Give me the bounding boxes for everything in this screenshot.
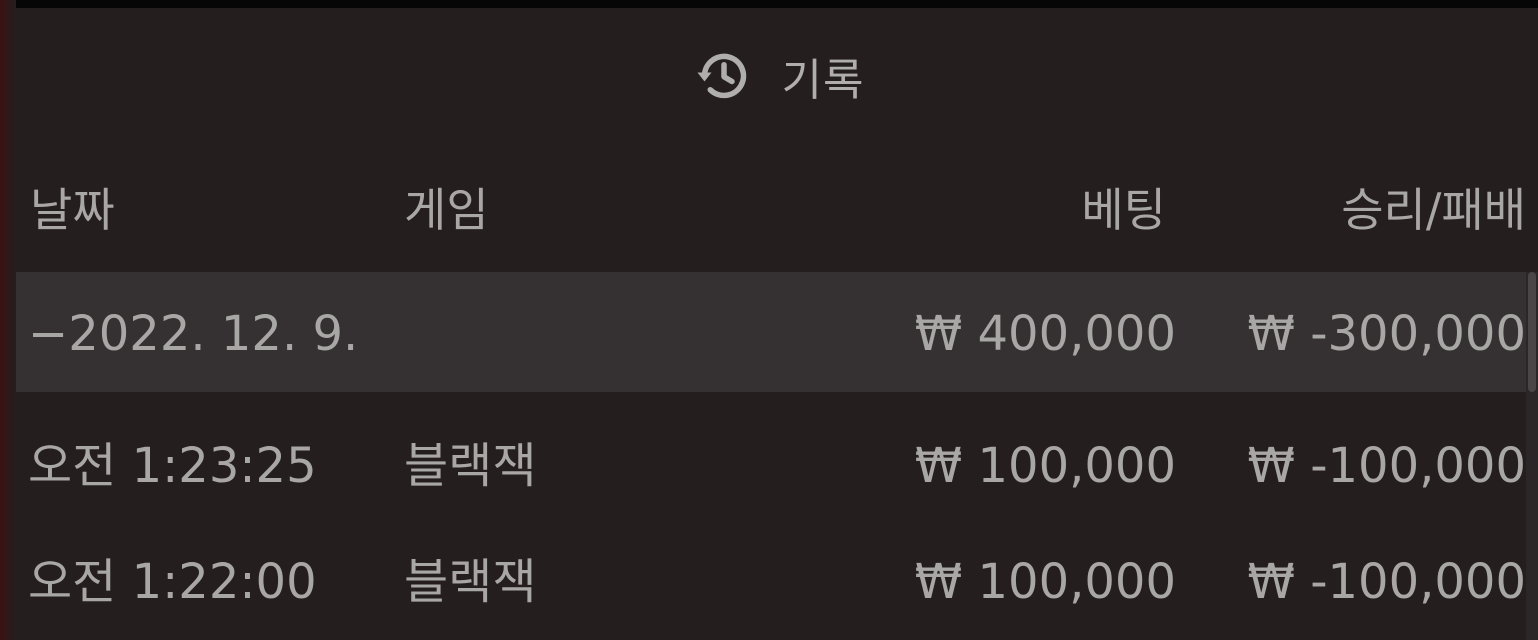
table-row[interactable]: 오전 1:22:00 블랙잭 ₩ 100,000 ₩ -100,000 (16, 522, 1526, 637)
history-icon (694, 46, 754, 106)
history-panel: 기록 날짜 게임 베팅 승리/패배 −2022. 12. 9. ₩ 400,00… (0, 0, 1538, 640)
row-game: 블랙잭 (404, 554, 537, 610)
row-bet: ₩ 100,000 (914, 438, 1176, 494)
group-win-loss-total: ₩ -300,000 (1247, 306, 1526, 362)
group-bet-total: ₩ 400,000 (914, 306, 1176, 362)
row-win-loss: ₩ -100,000 (1247, 554, 1526, 610)
table-header: 날짜 게임 베팅 승리/패배 (16, 165, 1526, 260)
scrollbar[interactable] (1526, 272, 1538, 640)
history-header: 기록 (0, 8, 1538, 143)
column-header-game[interactable]: 게임 (404, 187, 489, 233)
top-edge (0, 0, 1538, 8)
row-win-loss: ₩ -100,000 (1247, 438, 1526, 494)
table-row[interactable]: 오전 1:23:25 블랙잭 ₩ 100,000 ₩ -100,000 (16, 406, 1526, 521)
column-header-date[interactable]: 날짜 (30, 187, 115, 233)
row-game: 블랙잭 (404, 438, 537, 494)
row-time: 오전 1:22:00 (28, 554, 317, 610)
date-group-row[interactable]: −2022. 12. 9. ₩ 400,000 ₩ -300,000 (16, 272, 1526, 392)
scrollbar-thumb[interactable] (1528, 272, 1536, 392)
group-date-toggle[interactable]: −2022. 12. 9. (28, 310, 358, 358)
column-header-win-loss[interactable]: 승리/패배 (1341, 187, 1526, 233)
page-title: 기록 (781, 54, 865, 106)
history-header-content: 기록 (694, 44, 865, 108)
row-time: 오전 1:23:25 (28, 438, 317, 494)
column-header-bet[interactable]: 베팅 (1081, 187, 1166, 233)
row-bet: ₩ 100,000 (914, 554, 1176, 610)
